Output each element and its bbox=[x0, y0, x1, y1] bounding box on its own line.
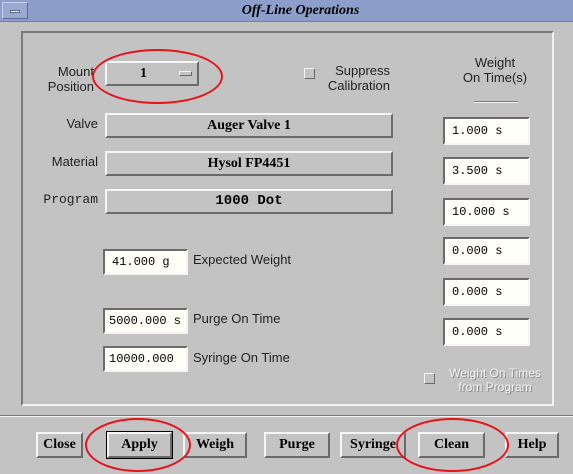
help-button[interactable]: Help bbox=[505, 432, 559, 458]
weigh-button[interactable]: Weigh bbox=[183, 432, 247, 458]
close-button[interactable]: Close bbox=[36, 432, 83, 458]
window-menu-button[interactable] bbox=[2, 2, 28, 19]
expected-weight-label: Expected Weight bbox=[193, 252, 292, 267]
weight-on-time-field-1[interactable]: 1.000 s bbox=[443, 117, 530, 145]
suppress-calibration-label: Suppress Calibration bbox=[327, 63, 390, 93]
syringe-on-time-label: Syringe On Time bbox=[193, 350, 290, 365]
syringe-button[interactable]: Syringe bbox=[340, 432, 406, 458]
title-bar[interactable]: Off-Line Operations bbox=[0, 0, 573, 22]
purge-on-time-label: Purge On Time bbox=[193, 311, 281, 326]
apply-button[interactable]: Apply bbox=[106, 431, 173, 459]
mount-position-value: 1 bbox=[140, 66, 147, 81]
expected-weight-field[interactable]: 41.000 g bbox=[103, 249, 188, 275]
option-menu-indicator-icon bbox=[179, 71, 192, 76]
valve-label: Valve bbox=[66, 116, 98, 131]
weight-on-times-header: Weight On Time(s) bbox=[462, 55, 528, 85]
material-select-button[interactable]: Hysol FP4451 bbox=[105, 151, 393, 176]
window-title: Off-Line Operations bbox=[241, 3, 360, 18]
purge-button[interactable]: Purge bbox=[264, 432, 330, 458]
weight-on-time-field-3[interactable]: 10.000 s bbox=[443, 198, 530, 226]
weight-on-time-field-5[interactable]: 0.000 s bbox=[443, 278, 530, 306]
syringe-on-time-field[interactable]: 10000.000 bbox=[103, 346, 188, 372]
weight-on-times-from-program-label: Weight On Times from Program bbox=[449, 366, 541, 394]
valve-select-button[interactable]: Auger Valve 1 bbox=[105, 113, 393, 138]
window-menu-icon bbox=[10, 10, 20, 13]
weight-on-time-field-4[interactable]: 0.000 s bbox=[443, 237, 530, 265]
weight-on-time-field-2[interactable]: 3.500 s bbox=[443, 157, 530, 185]
weight-on-times-from-program-checkbox[interactable] bbox=[424, 373, 435, 384]
button-row-divider bbox=[0, 415, 573, 416]
purge-on-time-field[interactable]: 5000.000 s bbox=[103, 308, 188, 334]
header-divider bbox=[474, 101, 518, 102]
material-label: Material bbox=[51, 154, 98, 169]
program-select-button[interactable]: 1000 Dot bbox=[105, 189, 393, 214]
clean-button[interactable]: Clean bbox=[418, 432, 485, 458]
program-label: Program bbox=[43, 192, 98, 207]
suppress-calibration-checkbox[interactable] bbox=[304, 68, 315, 79]
weight-on-time-field-6[interactable]: 0.000 s bbox=[443, 318, 530, 346]
mount-position-label: Mount Position bbox=[47, 64, 94, 94]
